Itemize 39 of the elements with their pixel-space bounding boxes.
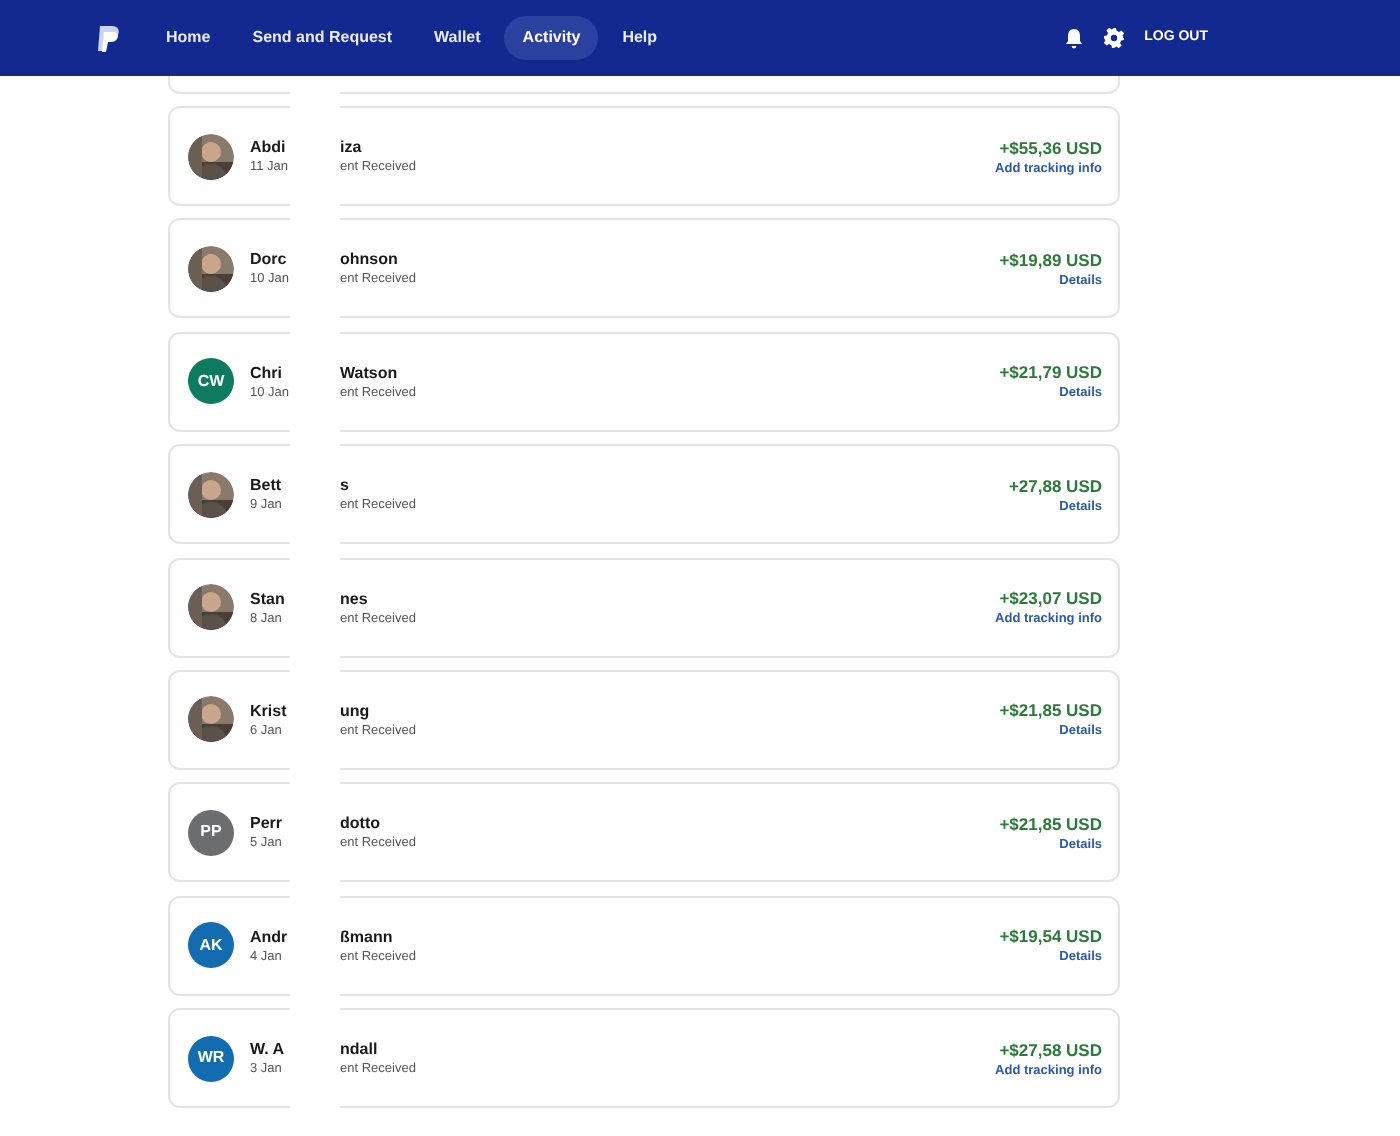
amount-text: +$21,85 USD	[999, 811, 1102, 836]
name-text: ung	[340, 699, 372, 722]
bell-icon[interactable]	[1064, 27, 1085, 49]
name-text: Bett	[250, 474, 284, 497]
amount-text: +$23,07 USD	[999, 586, 1102, 611]
name-text: iza	[340, 136, 364, 158]
logo-icon[interactable]	[96, 25, 120, 51]
name-text: Abdi	[250, 136, 288, 158]
name-text: Dorc	[250, 248, 289, 271]
name-text: ohnson	[340, 248, 400, 271]
name-text: Watson	[340, 361, 400, 384]
amount-text: +$21,79 USD	[999, 360, 1102, 385]
name-text: Krist	[250, 699, 289, 722]
nav-tab[interactable]: Help	[604, 16, 676, 60]
name-text: Andr	[250, 925, 290, 948]
avatar-initials: CW	[188, 358, 234, 405]
name-text: ndall	[340, 1038, 380, 1061]
name-text: Chri	[250, 361, 284, 384]
amount-text: +27,88 USD	[1008, 473, 1102, 498]
nav-tab[interactable]: Activity	[504, 16, 599, 60]
amount-text: +$55,36 USD	[999, 135, 1102, 159]
name-text: nes	[340, 587, 370, 610]
avatar-initials: AK	[188, 922, 234, 969]
amount-text: +$27,58 USD	[999, 1037, 1102, 1062]
avatar-initials: PP	[188, 809, 234, 856]
amount-text: +$19,89 USD	[999, 247, 1102, 272]
name-text: ßmann	[340, 925, 395, 948]
amount-text: +$19,54 USD	[999, 924, 1102, 949]
name-text: dotto	[340, 812, 382, 835]
nav-tab[interactable]: Wallet	[416, 16, 499, 60]
avatar-initials: WR	[188, 1035, 234, 1082]
name-text: Perr	[250, 812, 285, 835]
settings-icon[interactable]	[1104, 28, 1125, 48]
amount-text: +$21,85 USD	[999, 698, 1102, 723]
nav-tab[interactable]: Home	[148, 16, 229, 60]
name-text: Stan	[250, 587, 287, 610]
nav-tab[interactable]: Send and Request	[234, 16, 411, 60]
name-text: W. A	[250, 1038, 287, 1061]
name-text: s	[340, 474, 351, 497]
